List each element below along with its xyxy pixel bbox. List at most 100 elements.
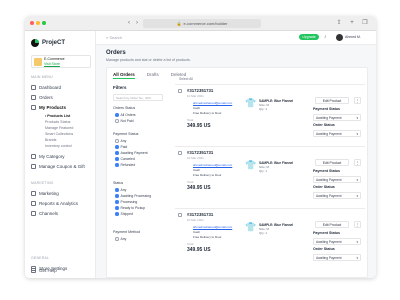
order-checkbox[interactable] xyxy=(178,213,182,217)
sidebar-subitem-products-status[interactable]: Products Status xyxy=(45,120,70,124)
store-thumbnail xyxy=(34,58,42,66)
customer-email-link[interactable]: ahmedmohamed@email.com xyxy=(193,225,232,229)
tshirt-icon: 👕 xyxy=(245,222,257,232)
order-row: #3172351731 10 Mar 2021 ahmedmohamed@ema… xyxy=(175,84,365,142)
chart-icon xyxy=(31,200,36,206)
visit-store-link[interactable]: Visit Store xyxy=(44,62,60,66)
total-label: Total xyxy=(187,180,194,184)
sidebar-subitem-smart-collections[interactable]: Smart Collections xyxy=(45,132,73,136)
customer-email-link[interactable]: ahmedmohamed@email.com xyxy=(193,163,232,167)
lock-icon: 🔒 xyxy=(176,21,182,26)
payment-status-label: Payment Status xyxy=(313,231,340,235)
page-title: Orders xyxy=(106,50,126,56)
user-name[interactable]: Ahmed M. xyxy=(345,35,361,39)
payment-status-select[interactable]: Awaiting Payment ▾ xyxy=(313,114,361,121)
sidebar-subitem-products-list[interactable]: • Products List xyxy=(45,114,70,118)
tab-all-orders[interactable]: All Orders xyxy=(113,72,135,79)
order-total: 349.95 US xyxy=(187,123,211,129)
filter-option[interactable]: Canceled xyxy=(115,157,135,161)
back-icon[interactable]: ‹ xyxy=(125,19,133,27)
order-status-select[interactable]: Awaiting Payment ▾ xyxy=(313,130,361,137)
filter-group-label: Status xyxy=(113,181,124,185)
url-bar[interactable]: 🔒 e-commerce.com/builder xyxy=(143,19,261,28)
filter-option[interactable]: Any xyxy=(115,237,126,241)
forward-icon[interactable]: › xyxy=(133,19,141,27)
sidebar-subitem-brands[interactable]: Brands xyxy=(45,138,56,142)
radio-icon xyxy=(115,212,119,216)
filter-group-label: Payment Status xyxy=(113,132,139,136)
radio-icon xyxy=(115,119,119,123)
sidebar-item-coupon-gift[interactable]: Manage Coupon & Gift xyxy=(31,162,91,170)
app-logo: ProjeCT xyxy=(31,39,65,47)
order-row: #3172351731 10 Mar 2021 ahmedmohamed@ema… xyxy=(175,208,365,266)
edit-product-button[interactable]: Edit Product xyxy=(315,159,349,166)
radio-icon xyxy=(115,237,119,241)
radio-icon xyxy=(115,151,119,155)
tabs-icon[interactable]: ❐ xyxy=(361,19,369,27)
filter-option[interactable]: All Orders xyxy=(115,113,136,117)
filter-option[interactable]: Not Paid xyxy=(115,119,134,123)
more-options-icon[interactable]: ⋮ xyxy=(354,159,361,166)
filter-option[interactable]: Ready to Pickup xyxy=(115,206,145,210)
sidebar-item-my-category[interactable]: My Category xyxy=(31,152,91,160)
payment-method: Cash xyxy=(193,230,201,234)
tshirt-icon: 👕 xyxy=(245,98,257,108)
share-icon[interactable]: ⇪ xyxy=(335,19,343,27)
filter-option[interactable]: Any xyxy=(115,139,126,143)
payment-method: Cash xyxy=(193,168,201,172)
payment-status-select[interactable]: Awaiting Payment ▾ xyxy=(313,238,361,245)
order-checkbox[interactable] xyxy=(178,89,182,93)
sidebar-subitem-manage-featured[interactable]: Manage Featured xyxy=(45,126,73,130)
store-card[interactable]: E-Commerce Visit Store xyxy=(31,55,91,68)
more-options-icon[interactable]: ⋮ xyxy=(354,221,361,228)
sidebar-subitem-inventory-control[interactable]: Inventory control xyxy=(45,144,72,148)
bell-icon[interactable]: ♪ xyxy=(324,34,327,40)
filter-option[interactable]: Awaiting Payment xyxy=(115,151,148,155)
order-total: 349.95 US xyxy=(187,185,211,191)
edit-product-button[interactable]: Edit Product xyxy=(315,221,349,228)
order-status-select[interactable]: Awaiting Payment ▾ xyxy=(313,192,361,199)
customer-email-link[interactable]: ahmedmohamed@email.com xyxy=(193,101,232,105)
tab-bar: All Orders Drafts Deleted xyxy=(113,72,186,79)
app-name: ProjeCT xyxy=(42,40,66,46)
order-checkbox[interactable] xyxy=(178,151,182,155)
tab-drafts[interactable]: Drafts xyxy=(147,72,159,79)
new-tab-icon[interactable]: + xyxy=(348,19,356,27)
filter-option[interactable]: Paid xyxy=(115,145,127,149)
orders-icon xyxy=(31,94,36,100)
avatar[interactable] xyxy=(336,34,343,41)
products-icon xyxy=(31,104,36,110)
minimize-window-button[interactable] xyxy=(36,21,40,25)
filter-option[interactable]: Any xyxy=(115,188,126,192)
sidebar-item-reports[interactable]: Reports & Analytics xyxy=(31,199,91,207)
chevron-down-icon: ▾ xyxy=(356,116,358,120)
filter-option[interactable]: Refunded xyxy=(115,163,135,167)
sidebar-item-channels[interactable]: Channels xyxy=(31,209,91,217)
main-content: Orders Manage products and stat or delet… xyxy=(96,45,376,278)
sidebar-item-orders[interactable]: Orders xyxy=(31,93,91,101)
payment-status-select[interactable]: Awaiting Payment ▾ xyxy=(313,176,361,183)
edit-product-button[interactable]: Edit Product xyxy=(315,97,349,104)
sidebar-item-get-help[interactable]: Get Help xyxy=(31,266,91,274)
sidebar-item-my-products[interactable]: My Products xyxy=(31,103,91,111)
filter-option[interactable]: Processing xyxy=(115,200,137,204)
delivery-method: Free Delivery to Door xyxy=(193,235,222,239)
order-total: 349.95 US xyxy=(187,247,211,253)
upgrade-button[interactable]: Upgrade xyxy=(299,34,319,40)
product-qty: Qty: 1 xyxy=(259,107,268,111)
sidebar-item-marketing[interactable]: Marketing xyxy=(31,189,91,197)
radio-icon xyxy=(115,113,119,117)
order-status-select[interactable]: Awaiting Payment ▾ xyxy=(313,254,361,261)
sidebar-item-dashboard[interactable]: Dashboard xyxy=(31,83,91,91)
filter-option[interactable]: Shipped xyxy=(115,212,133,216)
global-search[interactable]: ⌕ Search xyxy=(106,35,122,40)
close-window-button[interactable] xyxy=(30,21,34,25)
filter-search-input[interactable]: Search by Order No., SKU xyxy=(113,94,163,101)
chevron-down-icon: ▾ xyxy=(356,194,358,198)
maximize-window-button[interactable] xyxy=(42,21,46,25)
filters-title: Filters xyxy=(113,85,127,90)
more-options-icon[interactable]: ⋮ xyxy=(354,97,361,104)
select-all-checkbox[interactable]: Select All xyxy=(179,77,193,81)
filter-option[interactable]: Awaiting Processing xyxy=(115,194,151,198)
order-status-label: Order Status xyxy=(313,185,335,189)
